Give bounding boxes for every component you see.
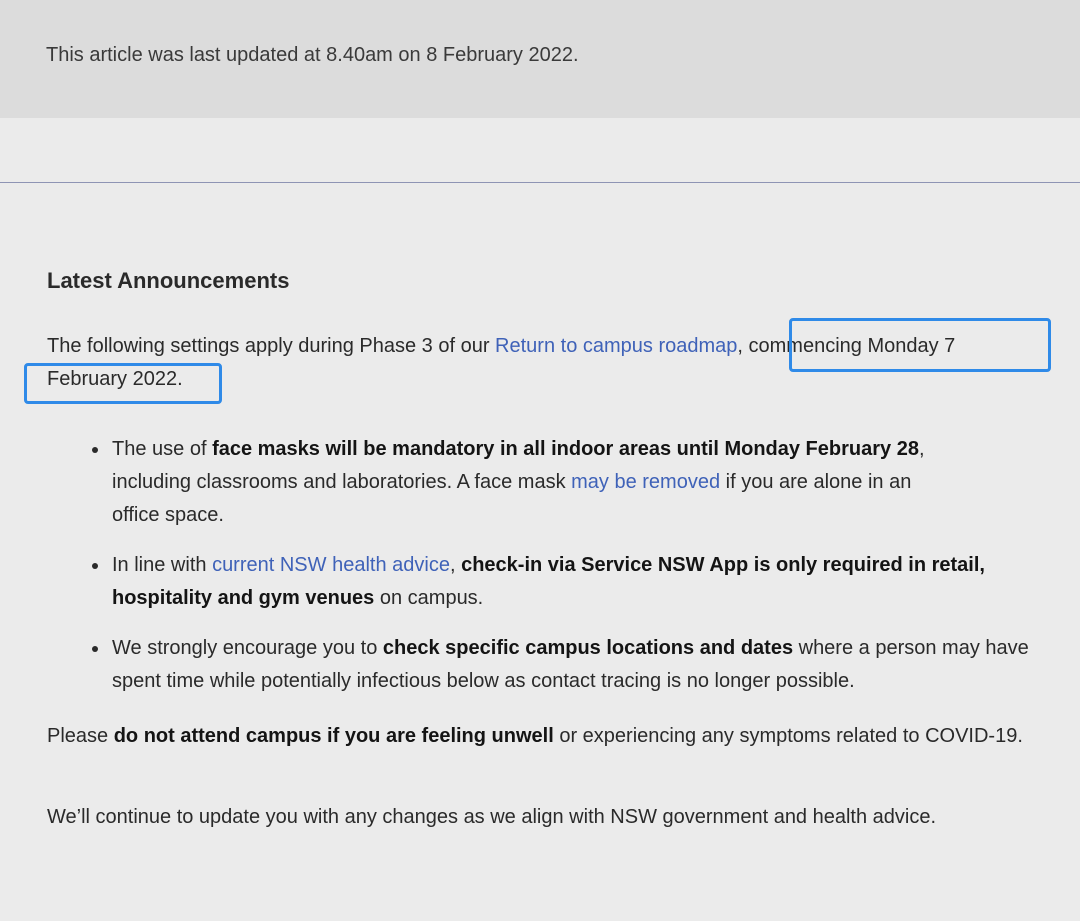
list-item-campus-locations: We strongly encourage you to check speci… bbox=[92, 632, 1052, 698]
intro-text-start: The following settings apply during Phas… bbox=[47, 335, 496, 357]
warning-text: Please bbox=[47, 725, 114, 747]
warning-bold-text: do not attend campus if you are feeling … bbox=[113, 725, 554, 747]
announcements-content: The following settings apply during Phas… bbox=[47, 330, 1062, 834]
announcement-list: The use of face masks will be mandatory … bbox=[47, 433, 1062, 698]
unwell-warning-paragraph: Please do not attend campus if you are f… bbox=[47, 720, 1062, 753]
list-item-bold-text: face masks will be mandatory in all indo… bbox=[212, 438, 919, 460]
list-item-text: In line with bbox=[112, 554, 213, 576]
update-banner: This article was last updated at 8.40am … bbox=[0, 0, 1080, 118]
may-be-removed-link[interactable]: may be removed bbox=[571, 471, 720, 493]
list-item-check-in: In line with current NSW health advice, … bbox=[92, 549, 1052, 615]
announcements-heading: Latest Announcements bbox=[47, 268, 290, 293]
continue-update-paragraph: We’ll continue to update you with any ch… bbox=[47, 806, 937, 828]
list-item-text: The use of bbox=[112, 438, 213, 460]
list-item-bold-text: check specific campus locations and date… bbox=[382, 637, 794, 659]
list-item-text: on campus. bbox=[374, 587, 484, 609]
last-updated-text: This article was last updated at 8.40am … bbox=[46, 44, 579, 66]
intro-paragraph: The following settings apply during Phas… bbox=[47, 330, 1037, 396]
nsw-health-advice-link[interactable]: current NSW health advice bbox=[212, 554, 450, 576]
list-item-text: , bbox=[449, 554, 462, 576]
list-item-face-masks: The use of face masks will be mandatory … bbox=[92, 433, 952, 532]
warning-text: or experiencing any symptoms related to … bbox=[553, 725, 1023, 747]
list-item-text: We strongly encourage you to bbox=[112, 637, 383, 659]
section-divider bbox=[0, 182, 1080, 183]
return-to-campus-roadmap-link[interactable]: Return to campus roadmap bbox=[495, 335, 737, 357]
